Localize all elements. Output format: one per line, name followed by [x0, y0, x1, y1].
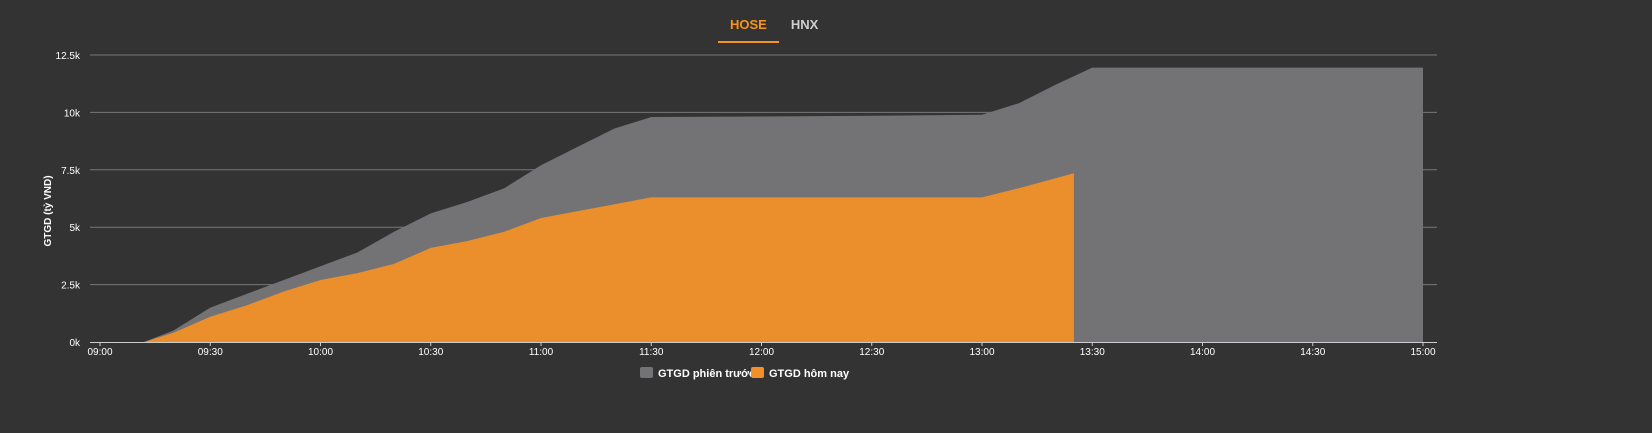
- x-tick-label: 11:00: [529, 347, 554, 358]
- x-tick-label: 09:30: [198, 347, 223, 358]
- legend-swatch: [640, 367, 653, 378]
- x-tick-label: 15:00: [1410, 347, 1435, 358]
- legend-item-today[interactable]: GTGD hôm nay: [751, 367, 850, 380]
- series-areas: [100, 67, 1423, 342]
- legend-label: GTGD hôm nay: [769, 368, 850, 380]
- x-tick-label: 10:00: [308, 347, 333, 358]
- y-tick-label: 2.5k: [61, 281, 81, 292]
- x-tick-label: 11:30: [639, 347, 664, 358]
- y-tick-label: 12.5k: [56, 51, 81, 62]
- x-tick-label: 13:00: [969, 347, 994, 358]
- legend-label: GTGD phiên trước: [658, 368, 755, 380]
- legend-item-previous-session[interactable]: GTGD phiên trước: [640, 367, 755, 380]
- y-tick-label: 10k: [64, 108, 81, 119]
- x-tick-label: 13:30: [1080, 347, 1105, 358]
- x-tick-label: 14:00: [1190, 347, 1215, 358]
- x-tick-label: 10:30: [418, 347, 443, 358]
- y-tick-label: 5k: [69, 223, 81, 234]
- y-tick-label: 0k: [69, 338, 81, 349]
- x-tick-label: 14:30: [1300, 347, 1325, 358]
- x-tick-label: 09:00: [87, 347, 112, 358]
- y-axis-title: GTGD (tỷ VND): [43, 175, 54, 246]
- x-tick-label: 12:00: [749, 347, 774, 358]
- x-tick-label: 12:30: [859, 347, 884, 358]
- legend-swatch: [751, 367, 764, 378]
- legend: GTGD phiên trước GTGD hôm nay: [640, 367, 850, 380]
- y-tick-label: 7.5k: [61, 166, 81, 177]
- trading-value-chart: 0k 2.5k 5k 7.5k 10k 12.5k 09:00 09:30 10:00 10:30…: [43, 51, 1437, 380]
